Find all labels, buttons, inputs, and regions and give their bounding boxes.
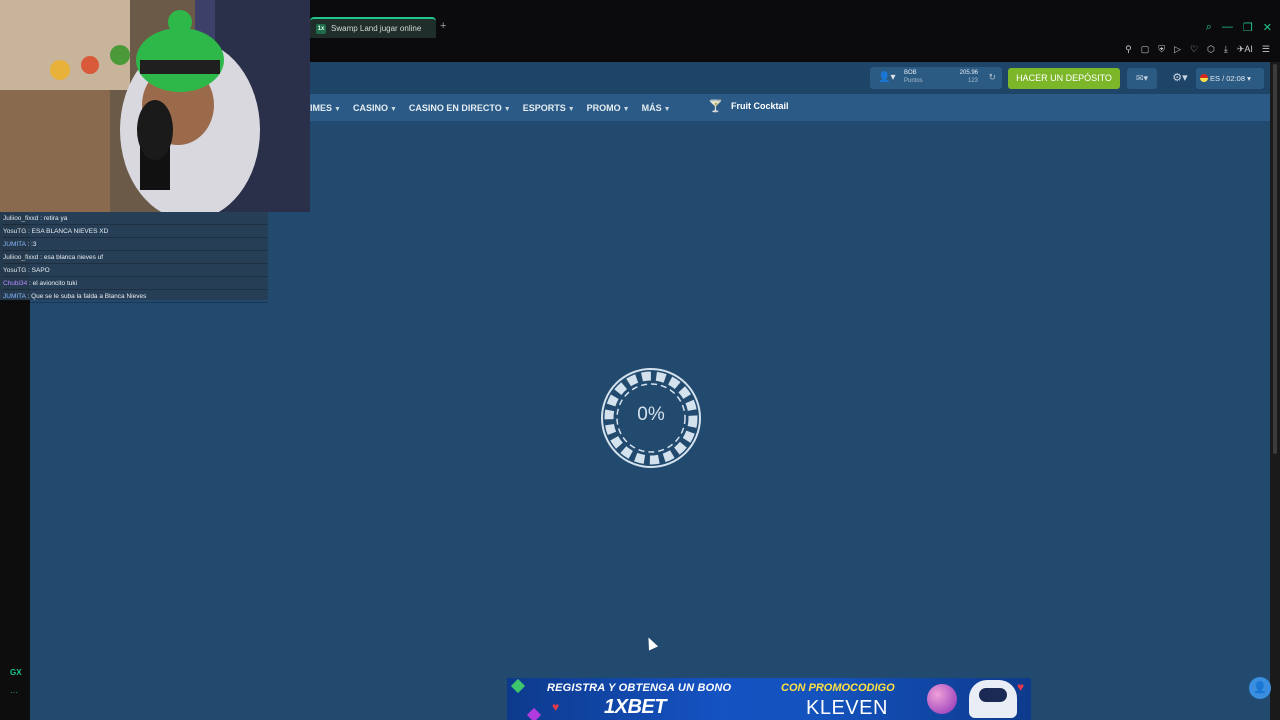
new-tab-button[interactable]: + (440, 20, 446, 32)
sidebar-more-icon[interactable]: ··· (10, 688, 18, 697)
account-balance[interactable]: 👤▾ BOB Puntos 205.96 123 ↻ (870, 67, 1002, 89)
account-points-label: Puntos (904, 78, 923, 84)
snapshot-icon[interactable]: ▢ (1141, 44, 1150, 55)
chat-text: retira ya (43, 215, 68, 222)
tab-favicon-icon: 1x (316, 23, 326, 34)
chat-username: YosuTG (3, 267, 27, 274)
screen: 1x Swamp Land jugar online + ⌕ — ❐ ✕ ⚲ ▢… (0, 0, 1280, 720)
scrollbar-thumb[interactable] (1273, 64, 1277, 454)
extensions-icon[interactable]: ⬡ (1207, 44, 1215, 55)
gear-icon: ⚙▾ (1172, 72, 1188, 84)
chat-message: Chubi34 : el avioncito tuki (3, 277, 268, 290)
planet-icon (927, 684, 957, 714)
nav-label: CASINO EN DIRECTO (408, 102, 502, 113)
download-icon[interactable]: ⤓ (1224, 44, 1228, 55)
toolbar-icons: ⚲ ▢ ⛨ ▷ ♡ ⬡ ⤓ ✈AI ☰ (1125, 44, 1270, 55)
nav-label: PROMO (586, 102, 621, 113)
chat-message: YosuTG : SAPO (3, 264, 268, 277)
account-balance-value: 205.96 (959, 70, 978, 76)
shield-icon[interactable]: ⛨ (1158, 44, 1165, 55)
chat-text: :3 (31, 241, 37, 248)
chevron-down-icon: ▼ (503, 105, 511, 113)
gem-icon (510, 678, 526, 694)
gem-icon (526, 707, 542, 720)
search-icon[interactable]: ⌕ (1206, 21, 1212, 34)
chat-text: ESA BLANCA NIEVES XD (31, 228, 109, 235)
tab-title: Swamp Land jugar online (331, 24, 422, 33)
flag-icon (1200, 74, 1208, 82)
menu-icon[interactable]: ☰ (1262, 44, 1270, 55)
account-currency: BOB (904, 70, 917, 76)
chevron-down-icon: ▼ (622, 105, 630, 113)
chat-text: Que se le suba la falda a Blanca Nieves (31, 293, 147, 300)
account-points-value: 123 (967, 78, 978, 84)
chat-text: SAPO (31, 267, 50, 274)
banner-right-text: CON PROMOCODIGO (781, 682, 895, 694)
minimize-icon[interactable]: — (1222, 21, 1233, 34)
chat-message: Juliioo_fixxd : esa blanca nieves uf (3, 251, 268, 264)
webcam-feed (0, 0, 310, 212)
heart-icon[interactable]: ♡ (1190, 44, 1198, 55)
nav-label: IMES (310, 102, 333, 113)
chat-username: YosuTG (3, 228, 27, 235)
nav-label: CASINO (352, 102, 388, 113)
browser-tab[interactable]: 1x Swamp Land jugar online (310, 17, 436, 38)
messages-button[interactable]: ✉▾ (1127, 68, 1157, 89)
banner-left-text: REGISTRA Y OBTENGA UN BONO (547, 682, 732, 694)
astronaut-icon (969, 680, 1017, 718)
refresh-icon[interactable]: ↻ (988, 72, 996, 83)
game-title: 🍸 Fruit Cocktail (708, 99, 788, 113)
chevron-down-icon: ▼ (389, 105, 397, 113)
chat-message: YosuTG : ESA BLANCA NIEVES XD (3, 225, 268, 238)
chat-username: JUMITA (3, 293, 26, 300)
chat-message: Juliioo_fixxd : retira ya (3, 212, 268, 225)
nav-item-esports[interactable]: ESPORTS ▼ (523, 103, 575, 113)
loading-percent: 0% (637, 404, 665, 425)
pin-icon[interactable]: ⚲ (1125, 44, 1132, 55)
main-nav: IMES ▼ CASINO ▼ CASINO EN DIRECTO ▼ ESPORTS… (310, 94, 683, 121)
lang-time-label: ES / 02:08 (1210, 74, 1246, 83)
restore-icon[interactable]: ❐ (1243, 21, 1253, 34)
nav-item-more[interactable]: MÁS ▼ (642, 103, 671, 113)
chat-username: Juliioo_fixxd (3, 215, 39, 222)
nav-label: MÁS (641, 102, 662, 113)
game-title-label: Fruit Cocktail (730, 101, 789, 111)
heart-icon: ♥ (1017, 680, 1025, 694)
gx-logo[interactable]: GX (10, 668, 22, 677)
chat-message: JUMITA : Que se le suba la falda a Blanc… (3, 290, 268, 303)
ai-label: AI (1244, 44, 1253, 54)
chat-username: Chubi34 (3, 280, 28, 287)
chat-username: JUMITA (3, 241, 26, 248)
window-controls: ⌕ — ❐ ✕ (1206, 21, 1272, 34)
nav-label: ESPORTS (522, 102, 566, 113)
heart-icon: ♥ (552, 700, 560, 714)
support-icon: 👤 (1253, 682, 1267, 694)
cocktail-icon: 🍸 (708, 99, 723, 113)
close-icon[interactable]: ✕ (1263, 21, 1272, 34)
deposit-button[interactable]: HACER UN DEPÓSITO (1008, 68, 1120, 89)
chevron-down-icon: ▼ (663, 105, 671, 113)
chevron-down-icon: ▼ (567, 105, 575, 113)
nav-item-games[interactable]: IMES ▼ (310, 103, 341, 113)
settings-button[interactable]: ⚙▾ (1167, 68, 1193, 89)
stream-chat: Juliioo_fixxd : retira ya YosuTG : ESA B… (0, 212, 268, 303)
chat-username: Juliioo_fixxd (3, 254, 39, 261)
envelope-icon: ✉▾ (1135, 73, 1149, 83)
ai-icon[interactable]: ✈AI (1237, 44, 1253, 55)
support-chat-button[interactable]: 👤 (1249, 677, 1271, 699)
nav-item-casino[interactable]: CASINO ▼ (353, 103, 397, 113)
promo-code: KLEVEN (806, 697, 888, 719)
chat-text: esa blanca nieves uf (43, 254, 104, 261)
nav-item-promo[interactable]: PROMO ▼ (587, 103, 630, 113)
chat-text: el avioncito tuki (32, 280, 78, 287)
promo-banner[interactable]: ♥ REGISTRA Y OBTENGA UN BONO 1XBET CON P… (507, 678, 1031, 720)
user-icon: 👤▾ (878, 72, 896, 83)
language-time-selector[interactable]: ES / 02:08 ▾ (1196, 68, 1264, 89)
chat-message: JUMITA : :3 (3, 238, 268, 251)
chevron-down-icon: ▼ (334, 105, 341, 113)
play-icon[interactable]: ▷ (1174, 44, 1181, 55)
brand-logo: 1XBET (604, 696, 666, 718)
nav-item-live-casino[interactable]: CASINO EN DIRECTO ▼ (409, 103, 511, 113)
